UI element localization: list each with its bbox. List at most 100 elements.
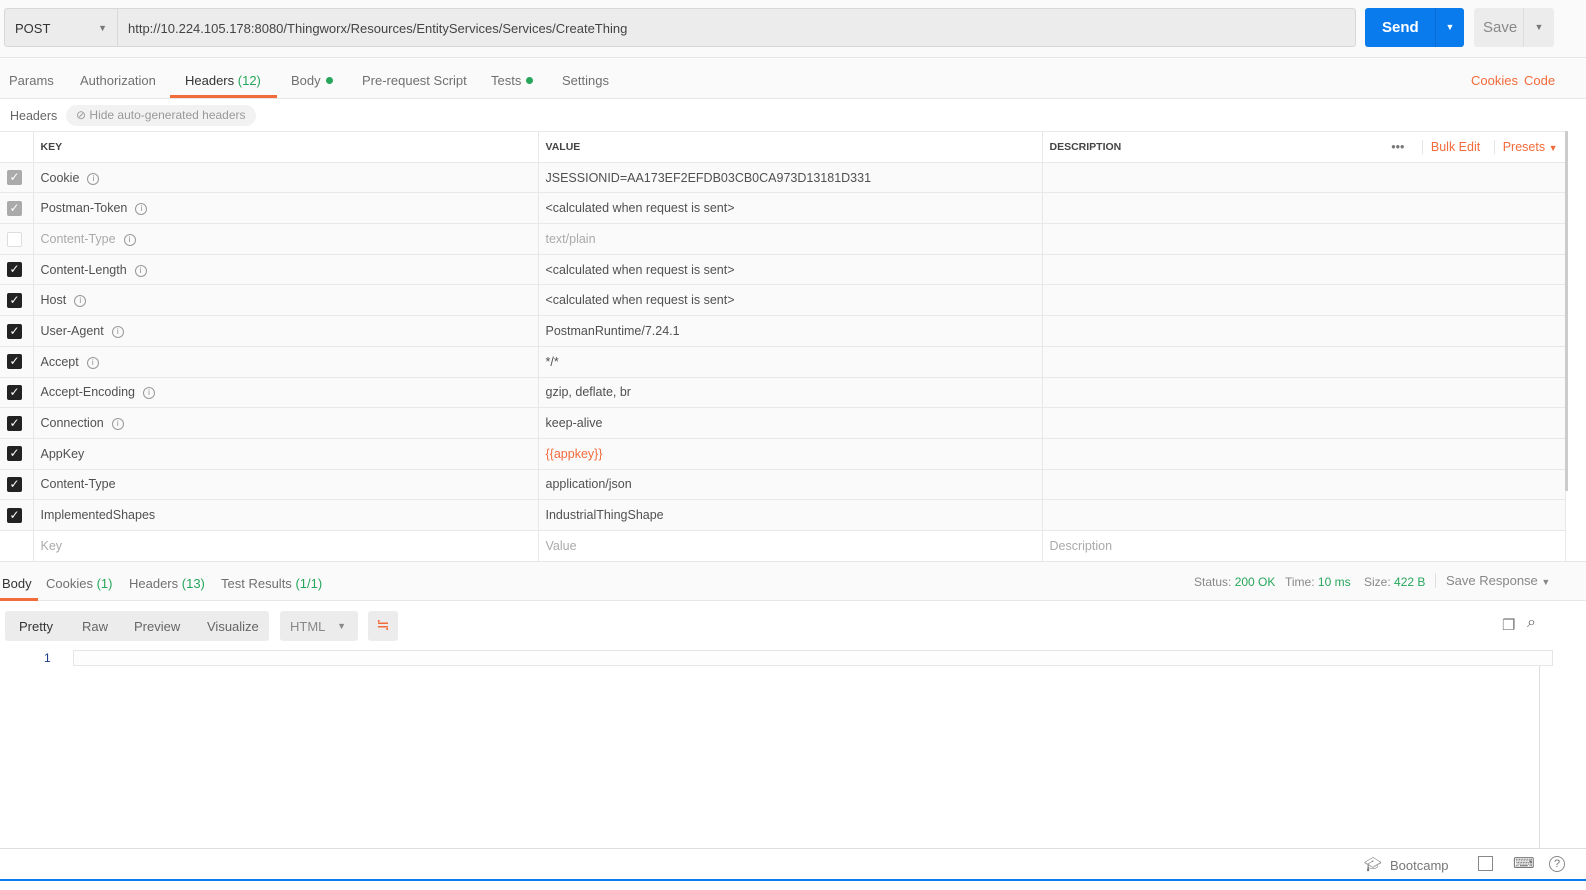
header-value[interactable]: <calculated when request is sent> [537, 192, 1043, 225]
view-raw[interactable]: Raw [82, 619, 108, 634]
response-tab-cookies[interactable]: Cookies (1) [46, 576, 112, 591]
row-checkbox[interactable]: ✓ [7, 170, 22, 186]
row-checkbox[interactable]: ✓ [7, 323, 22, 339]
header-description[interactable] [1041, 345, 1566, 378]
info-icon[interactable]: i [123, 233, 136, 246]
response-tab-test-results[interactable]: Test Results (1/1) [221, 576, 322, 591]
tab-prerequest-script[interactable]: Pre-request Script [362, 73, 467, 88]
bulk-edit-button[interactable]: Bulk Edit [1421, 139, 1481, 154]
info-icon[interactable]: i [111, 418, 124, 431]
help-icon[interactable]: ? [1549, 856, 1565, 872]
tab-body[interactable]: Body [291, 73, 333, 88]
row-checkbox[interactable]: ✓ [7, 354, 22, 370]
header-description[interactable] [1041, 468, 1566, 501]
info-icon[interactable]: i [87, 172, 100, 185]
header-description[interactable] [1041, 407, 1566, 439]
code-link[interactable]: Code [1524, 73, 1555, 88]
row-checkbox[interactable]: ✓ [7, 507, 22, 523]
response-tab-headers[interactable]: Headers (13) [129, 576, 205, 591]
info-icon[interactable]: i [143, 387, 156, 400]
save-response-button[interactable]: Save Response ▼ [1435, 573, 1550, 588]
header-description[interactable] [1041, 161, 1566, 194]
bootcamp-link[interactable]: Bootcamp [1390, 858, 1449, 873]
header-value[interactable]: IndustrialThingShape [537, 499, 1043, 531]
header-key[interactable]: Accept i [32, 345, 539, 378]
tab-params[interactable]: Params [9, 73, 54, 88]
info-icon[interactable]: i [74, 295, 87, 308]
header-key[interactable]: Cookie i [32, 161, 539, 194]
send-button[interactable]: Send ▼ [1365, 8, 1464, 47]
info-icon[interactable]: i [111, 325, 124, 338]
header-value[interactable]: application/json [537, 468, 1043, 501]
view-preview[interactable]: Preview [134, 619, 180, 634]
tab-settings[interactable]: Settings [562, 73, 609, 88]
row-checkbox[interactable] [7, 231, 22, 247]
new-key-input[interactable]: Key [32, 529, 539, 562]
save-dropdown-icon[interactable]: ▼ [1523, 8, 1554, 47]
row-checkbox[interactable]: ✓ [7, 477, 22, 492]
cookies-link[interactable]: Cookies [1471, 73, 1518, 88]
header-description[interactable] [1041, 315, 1566, 347]
wrap-lines-icon[interactable]: ≒ [368, 611, 398, 641]
send-dropdown-icon[interactable]: ▼ [1435, 8, 1464, 47]
header-description[interactable] [1041, 437, 1566, 470]
two-pane-icon[interactable] [1478, 856, 1493, 871]
header-value[interactable]: {{appkey}} [537, 437, 1043, 470]
header-value[interactable]: text/plain [537, 223, 1043, 255]
editor-scrollbar[interactable] [1539, 666, 1540, 848]
response-editor[interactable] [73, 650, 1553, 666]
more-options-icon[interactable]: ••• [1391, 140, 1404, 154]
copy-icon[interactable]: ❐ [1502, 616, 1515, 634]
row-checkbox[interactable]: ✓ [7, 384, 22, 400]
header-key[interactable]: User-Agent i [32, 315, 539, 347]
row-checkbox[interactable]: ✓ [7, 446, 22, 462]
tab-tests[interactable]: Tests [491, 73, 534, 88]
method-select[interactable]: POST ▼ [4, 8, 118, 47]
header-key[interactable]: Host i [32, 284, 539, 317]
info-icon[interactable]: i [134, 264, 147, 277]
header-key[interactable]: ImplementedShapes [32, 499, 539, 531]
info-icon[interactable]: i [135, 203, 148, 216]
hide-auto-headers-button[interactable]: ⊘ Hide auto-generated headers [66, 105, 256, 126]
header-description[interactable] [1041, 284, 1566, 317]
row-checkbox[interactable]: ✓ [7, 292, 22, 308]
header-description[interactable] [1041, 192, 1566, 225]
header-key-text: Content-Type [40, 477, 116, 492]
header-key[interactable]: Content-Type i [32, 223, 539, 255]
header-key[interactable]: Content-Type [32, 468, 539, 501]
save-button[interactable]: Save ▼ [1474, 8, 1554, 47]
search-icon[interactable]: ⌕ [1527, 614, 1536, 632]
header-value[interactable]: <calculated when request is sent> [537, 284, 1043, 317]
header-value[interactable]: gzip, deflate, br [537, 376, 1043, 409]
keyboard-icon[interactable]: ⌨ [1513, 854, 1535, 872]
header-description[interactable] [1041, 223, 1566, 255]
view-visualize[interactable]: Visualize [207, 619, 259, 634]
header-description[interactable] [1041, 376, 1566, 409]
new-description-input[interactable]: Description [1041, 529, 1566, 562]
row-checkbox[interactable]: ✓ [7, 200, 22, 216]
header-description[interactable] [1041, 253, 1566, 286]
header-key[interactable]: Content-Length i [32, 253, 539, 286]
info-icon[interactable]: i [86, 356, 99, 369]
tab-authorization[interactable]: Authorization [80, 73, 156, 88]
header-key[interactable]: Connection i [32, 407, 539, 439]
format-select[interactable]: HTML ▼ [280, 611, 358, 641]
header-value[interactable]: */* [537, 345, 1043, 378]
header-value[interactable]: keep-alive [537, 407, 1043, 439]
url-input[interactable]: http://10.224.105.178:8080/Thingworx/Res… [118, 8, 1356, 47]
header-key[interactable]: AppKey [32, 437, 539, 470]
page-scrollbar[interactable] [1565, 131, 1568, 491]
header-description[interactable] [1041, 499, 1566, 531]
new-value-input[interactable]: Value [537, 529, 1043, 562]
row-checkbox[interactable]: ✓ [7, 415, 22, 431]
header-value[interactable]: PostmanRuntime/7.24.1 [537, 315, 1043, 347]
tab-headers[interactable]: Headers (12) [185, 73, 261, 88]
view-pretty[interactable]: Pretty [19, 619, 53, 634]
header-value[interactable]: JSESSIONID=AA173EF2EFDB03CB0CA973D13181D… [537, 161, 1043, 194]
row-checkbox[interactable]: ✓ [7, 262, 22, 278]
presets-button[interactable]: Presets ▼ [1493, 139, 1558, 154]
header-value[interactable]: <calculated when request is sent> [537, 253, 1043, 286]
header-key[interactable]: Postman-Token i [32, 192, 539, 225]
header-key[interactable]: Accept-Encoding i [32, 376, 539, 409]
response-tab-body[interactable]: Body [2, 576, 32, 591]
